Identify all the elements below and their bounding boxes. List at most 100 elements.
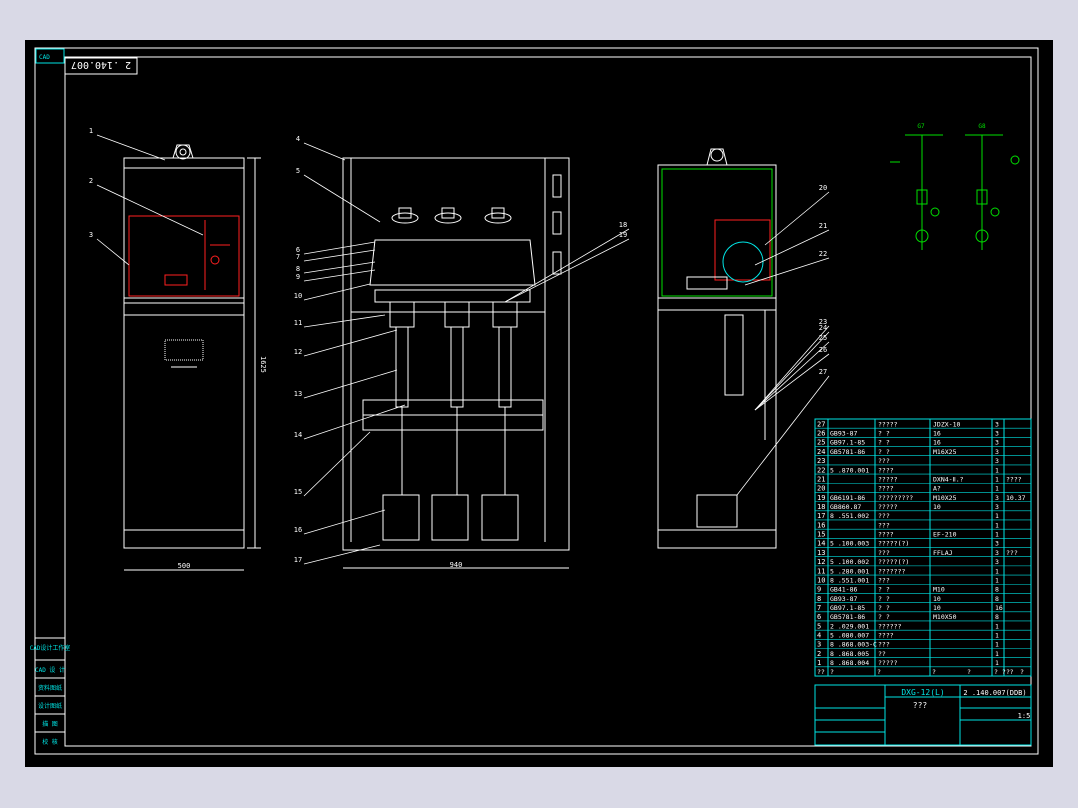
bom-cell-code: GB6191-86 bbox=[830, 494, 865, 502]
bom-cell-no: 16 bbox=[817, 521, 825, 529]
bom-header-cell: ? bbox=[830, 668, 834, 676]
bom-cell-code: GB41-86 bbox=[830, 586, 857, 594]
bom-cell-code: GB5781-86 bbox=[830, 613, 865, 621]
bom-cell-spec: FFLAJ bbox=[933, 549, 953, 557]
bom-cell-spec: 10 bbox=[933, 503, 941, 511]
bom-cell-qty: 1 bbox=[995, 632, 999, 640]
bom-cell-no: 26 bbox=[817, 430, 825, 438]
bom-cell-no: 19 bbox=[817, 494, 825, 502]
bushings bbox=[391, 207, 512, 224]
bom-cell-no: 25 bbox=[817, 439, 825, 447]
callout-18: 18 bbox=[619, 221, 627, 229]
bom-cell-code: 2 .029.001 bbox=[830, 622, 869, 630]
bom-cell-note: 10.37 bbox=[1006, 494, 1026, 502]
bom-cell-name: ? ? bbox=[878, 613, 890, 621]
bom-cell-name: ??? bbox=[878, 641, 890, 649]
bom-cell-no: 27 bbox=[817, 420, 825, 428]
bom-cell-qty: 1 bbox=[995, 521, 999, 529]
front-view bbox=[123, 144, 261, 571]
bom-cell-spec: 16 bbox=[933, 439, 941, 447]
bom-cell-name: ? ? bbox=[878, 448, 890, 456]
title-block-name: DXG-12(L) bbox=[901, 688, 944, 697]
callout-19: 19 bbox=[619, 231, 627, 239]
drawing-canvas[interactable]: 2 .140.007 CAD CAD设计工作室 CAD 设 计资料图纸 设计图纸描 … bbox=[25, 40, 1053, 767]
bom-cell-qty: 8 bbox=[995, 595, 999, 603]
bom-cell-no: 13 bbox=[817, 549, 825, 557]
bom-cell-name: ????? bbox=[878, 659, 898, 667]
bom-cell-code: 8 .551.001 bbox=[830, 576, 869, 584]
bom-cell-qty: 1 bbox=[995, 659, 999, 667]
bom-cell-qty: 3 bbox=[995, 430, 999, 438]
bom-cell-name: ????????? bbox=[878, 494, 913, 502]
cad-drawing: 2 .140.007 CAD CAD设计工作室 CAD 设 计资料图纸设计图纸描 … bbox=[30, 47, 1039, 755]
bom-cell-spec: EF-210 bbox=[933, 531, 957, 539]
bom-cell-name: ?????? bbox=[878, 622, 902, 630]
bom-cell-code: GB93-87 bbox=[830, 595, 857, 603]
bom-cell-spec: DXN4-Ⅱ.? bbox=[933, 475, 964, 483]
bom-cell-no: 8 bbox=[817, 595, 821, 603]
mirrored-code-box: 2 .140.007 bbox=[64, 57, 138, 75]
bom-cell-code: GB97.1-85 bbox=[830, 604, 865, 612]
bom-cell-name: ??? bbox=[878, 576, 890, 584]
bom-header-cell: ? bbox=[932, 668, 936, 676]
bom-cell-qty: 3 bbox=[995, 439, 999, 447]
side-label: 描 图 bbox=[42, 720, 58, 728]
middle-section-view bbox=[342, 157, 570, 569]
bom-cell-spec: M10X25 bbox=[933, 494, 957, 502]
callout-22: 22 bbox=[819, 250, 827, 258]
bom-header-cell: ? bbox=[877, 668, 881, 676]
bom-cell-name: ? ? bbox=[878, 595, 890, 603]
bom-cell-code: 5 .100.002 bbox=[830, 558, 869, 566]
bom-cell-qty: 1 bbox=[995, 576, 999, 584]
bom-cell-no: 9 bbox=[817, 586, 821, 594]
bom-cell-note: ???? bbox=[1006, 475, 1022, 483]
callout-12: 12 bbox=[294, 348, 302, 356]
bom-cell-no: 7 bbox=[817, 604, 821, 612]
bom-cell-name: ???? bbox=[878, 531, 894, 539]
callout-8: 8 bbox=[296, 265, 300, 273]
callout-24: 24 bbox=[819, 324, 827, 332]
bom-cell-no: 17 bbox=[817, 512, 825, 520]
bom-cell-spec: M16X25 bbox=[933, 448, 957, 456]
bom-cell-name: ?????(?) bbox=[878, 558, 909, 566]
bom-header-cell: ? bbox=[967, 668, 971, 676]
bom-table: 27????? JDZX-10 326 GB93-87? ? 16 325 GB97.1-8… bbox=[814, 418, 1032, 677]
bom-cell-code: 5 .870.001 bbox=[830, 466, 869, 474]
callout-1: 1 bbox=[89, 127, 93, 135]
callout-10: 10 bbox=[294, 292, 302, 300]
bom-cell-no: 22 bbox=[817, 466, 825, 474]
bom-cell-name: ???? bbox=[878, 466, 894, 474]
bom-cell-name: ? ? bbox=[878, 439, 890, 447]
bom-cell-code: GB93-87 bbox=[830, 430, 857, 438]
bom-cell-code: 8 .868.003-C bbox=[830, 641, 877, 649]
bom-cell-no: 10 bbox=[817, 576, 825, 584]
bom-cell-spec: 10 bbox=[933, 604, 941, 612]
bom-cell-name: ????? bbox=[878, 475, 898, 483]
bom-cell-no: 14 bbox=[817, 540, 825, 548]
bom-cell-no: 23 bbox=[817, 457, 825, 465]
bom-cell-name: ??? bbox=[878, 549, 890, 557]
bom-cell-name: ???? bbox=[878, 485, 894, 493]
bom-cell-no: 6 bbox=[817, 613, 821, 621]
callout-group: 1234567891011121314151617181920212223242… bbox=[89, 127, 830, 565]
callout-14: 14 bbox=[294, 431, 302, 439]
side-view bbox=[657, 148, 777, 549]
callout-20: 20 bbox=[819, 184, 827, 192]
side-label: CAD 设 计 bbox=[35, 666, 65, 674]
title-block-scale: 1:5 bbox=[1018, 712, 1031, 720]
side-label: 设计图纸 bbox=[38, 702, 62, 710]
schematic-right-label: G8 bbox=[978, 123, 986, 130]
bom-cell-code: GB5781-86 bbox=[830, 448, 865, 456]
bom-cell-code: 5 .080.007 bbox=[830, 632, 869, 640]
title-block-subtitle: ??? bbox=[913, 701, 928, 710]
bom-cell-no: 18 bbox=[817, 503, 825, 511]
bom-cell-qty: 1 bbox=[995, 531, 999, 539]
front-height-dim: 1625 bbox=[259, 356, 267, 373]
bom-header-cell: ? bbox=[1020, 668, 1024, 676]
bom-cell-no: 15 bbox=[817, 531, 825, 539]
bom-cell-name: ??????? bbox=[878, 567, 905, 575]
callout-26: 26 bbox=[819, 346, 827, 354]
bom-cell-no: 3 bbox=[817, 641, 821, 649]
mirrored-code: 2 .140.007 bbox=[71, 59, 131, 70]
bom-cell-code: GB97.1-85 bbox=[830, 439, 865, 447]
